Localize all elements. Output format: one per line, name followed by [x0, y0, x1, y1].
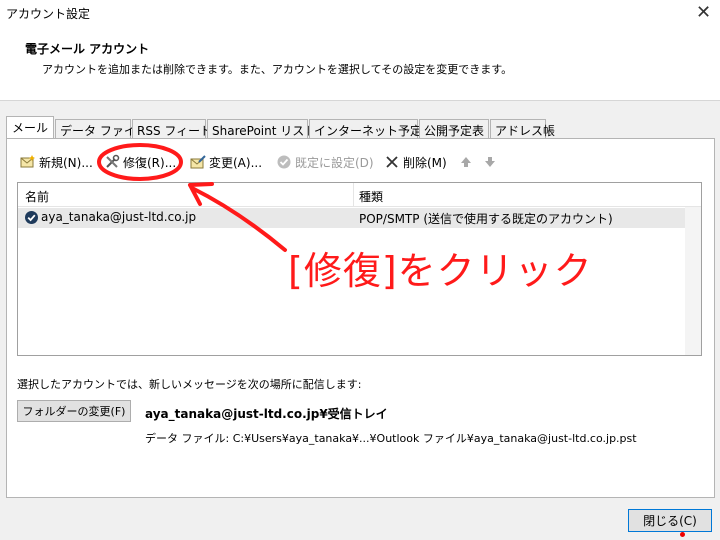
close-button[interactable]: 閉じる(C)	[628, 509, 712, 532]
annotation-text: [修復]をクリック	[288, 249, 593, 293]
tab-data-files[interactable]: データ ファイル	[55, 119, 148, 138]
new-account-button[interactable]: 新規(N)...	[20, 152, 93, 172]
set-default-button[interactable]: 既定に設定(D)	[276, 152, 374, 172]
tab-published-calendars[interactable]: 公開予定表	[419, 119, 489, 138]
set-default-label: 既定に設定(D)	[295, 155, 374, 170]
header-divider	[0, 100, 720, 101]
table-row[interactable]: aya_tanaka@just-ltd.co.jp POP/SMTP (送信で使…	[18, 208, 685, 228]
default-account-icon	[24, 210, 39, 228]
close-window-icon[interactable]: ✕	[696, 2, 711, 23]
delete-button[interactable]: 削除(M)	[384, 152, 447, 172]
account-name: aya_tanaka@just-ltd.co.jp	[41, 210, 197, 224]
header-title: 電子メール アカウント	[25, 42, 150, 56]
delete-label: 削除(M)	[403, 155, 447, 170]
arrow-down-icon	[482, 154, 498, 170]
repair-label: 修復(R)...	[123, 155, 177, 170]
marker-dot	[680, 532, 685, 537]
change-icon	[190, 154, 206, 170]
window-title: アカウント設定	[6, 7, 91, 21]
new-mail-icon	[20, 154, 36, 170]
tab-internet-calendars[interactable]: インターネット予定表	[309, 119, 434, 138]
repair-button[interactable]: 修復(R)...	[104, 152, 176, 172]
x-icon	[384, 154, 400, 170]
column-header-name[interactable]: 名前	[25, 188, 49, 205]
delivery-folder: aya_tanaka@just-ltd.co.jp¥受信トレイ	[145, 407, 388, 421]
tab-sharepoint-lists[interactable]: SharePoint リスト	[207, 119, 316, 138]
arrow-up-icon	[458, 154, 474, 170]
account-type: POP/SMTP (送信で使用する既定のアカウント)	[359, 212, 613, 226]
move-down-button[interactable]	[482, 152, 501, 172]
change-label: 変更(A)...	[209, 155, 263, 170]
list-header: 名前 種類	[18, 183, 701, 207]
tab-mail[interactable]: メール	[6, 116, 54, 138]
move-up-button[interactable]	[458, 152, 477, 172]
tools-icon	[104, 154, 120, 170]
header-subtitle: アカウントを追加または削除できます。また、アカウントを選択してその設定を変更でき…	[42, 63, 513, 76]
data-file-path: データ ファイル: C:¥Users¥aya_tanaka¥...¥Outloo…	[145, 432, 637, 445]
change-folder-button[interactable]: フォルダーの変更(F)	[17, 400, 131, 422]
column-divider[interactable]	[353, 183, 354, 207]
delivery-label: 選択したアカウントでは、新しいメッセージを次の場所に配信します:	[17, 378, 362, 391]
change-button[interactable]: 変更(A)...	[190, 152, 262, 172]
tab-address-books[interactable]: アドレス帳	[490, 119, 555, 138]
check-circle-icon	[276, 154, 292, 170]
list-scrollbar[interactable]	[685, 207, 701, 355]
new-account-label: 新規(N)...	[39, 155, 93, 170]
column-header-type[interactable]: 種類	[359, 188, 383, 205]
tab-rss-feeds[interactable]: RSS フィード	[132, 119, 212, 138]
